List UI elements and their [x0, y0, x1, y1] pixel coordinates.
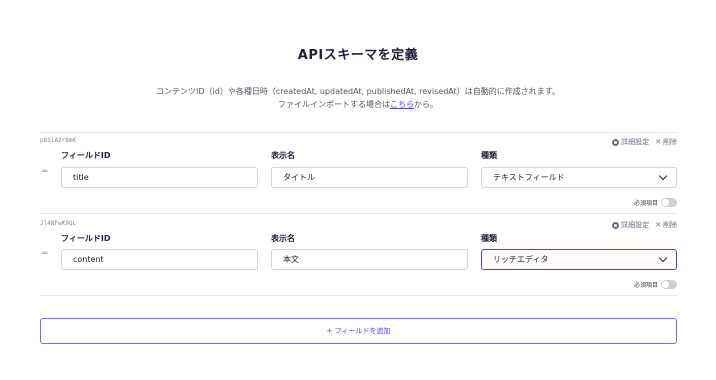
- field-id-input[interactable]: title: [61, 167, 258, 188]
- field-row: pbSiA2r8mK 詳細設定 ✕ 削除 フィールドID 表示名 種類 ═ tit…: [40, 132, 677, 212]
- chevron-down-icon: [658, 171, 668, 181]
- required-label: 必須項目: [633, 200, 658, 207]
- field-id-label: フィールドID: [61, 234, 111, 243]
- display-name-input[interactable]: 本文: [271, 249, 468, 270]
- advanced-settings-button[interactable]: 詳細設定: [612, 137, 649, 147]
- field-actions: 詳細設定 ✕ 削除: [612, 220, 677, 230]
- type-select[interactable]: テキストフィールド: [481, 167, 677, 188]
- description-prefix: ファイルインポートする場合は: [278, 100, 390, 109]
- field-row: Jl4NFwK9QL 詳細設定 ✕ 削除 フィールドID 表示名 種類 ═ con…: [40, 213, 677, 296]
- gear-icon: [612, 138, 620, 146]
- type-select-value: リッチエディタ: [493, 255, 549, 264]
- required-toggle-group: 必須項目: [634, 280, 677, 289]
- display-name-input[interactable]: タイトル: [271, 167, 468, 188]
- drag-handle-icon[interactable]: ═: [42, 167, 47, 177]
- required-toggle[interactable]: [661, 280, 677, 289]
- add-field-button[interactable]: + フィールドを追加: [40, 318, 677, 344]
- description-line-2: ファイルインポートする場合はこちらから。: [0, 98, 716, 111]
- drag-handle-icon[interactable]: ═: [42, 249, 47, 259]
- required-label: 必須項目: [633, 282, 658, 289]
- gear-icon: [612, 221, 620, 229]
- close-icon: ✕: [655, 138, 661, 146]
- import-link[interactable]: こちら: [390, 100, 414, 109]
- display-name-label: 表示名: [271, 234, 295, 243]
- divider: [40, 295, 677, 296]
- required-toggle[interactable]: [661, 198, 677, 207]
- field-id-input[interactable]: content: [61, 249, 258, 270]
- display-name-label: 表示名: [271, 151, 295, 160]
- delete-button[interactable]: ✕ 削除: [655, 137, 677, 147]
- field-actions: 詳細設定 ✕ 削除: [612, 137, 677, 147]
- description-line-1: コンテンツID（id）や各種日時（createdAt, updatedAt, p…: [156, 87, 560, 96]
- field-uid: pbSiA2r8mK: [40, 137, 77, 144]
- chevron-down-icon: [658, 253, 668, 263]
- type-select-value: テキストフィールド: [493, 173, 565, 182]
- divider: [40, 213, 677, 214]
- description-suffix: から。: [414, 100, 438, 109]
- required-toggle-group: 必須項目: [634, 198, 677, 207]
- type-select[interactable]: リッチエディタ: [481, 249, 677, 270]
- advanced-settings-button[interactable]: 詳細設定: [612, 220, 649, 230]
- delete-button[interactable]: ✕ 削除: [655, 220, 677, 230]
- type-label: 種類: [481, 234, 497, 243]
- divider: [40, 132, 677, 133]
- description: コンテンツID（id）や各種日時（createdAt, updatedAt, p…: [0, 85, 716, 111]
- page-title: APIスキーマを定義: [297, 48, 419, 63]
- field-id-label: フィールドID: [61, 151, 111, 160]
- type-label: 種類: [481, 151, 497, 160]
- close-icon: ✕: [655, 221, 661, 229]
- field-uid: Jl4NFwK9QL: [40, 220, 77, 227]
